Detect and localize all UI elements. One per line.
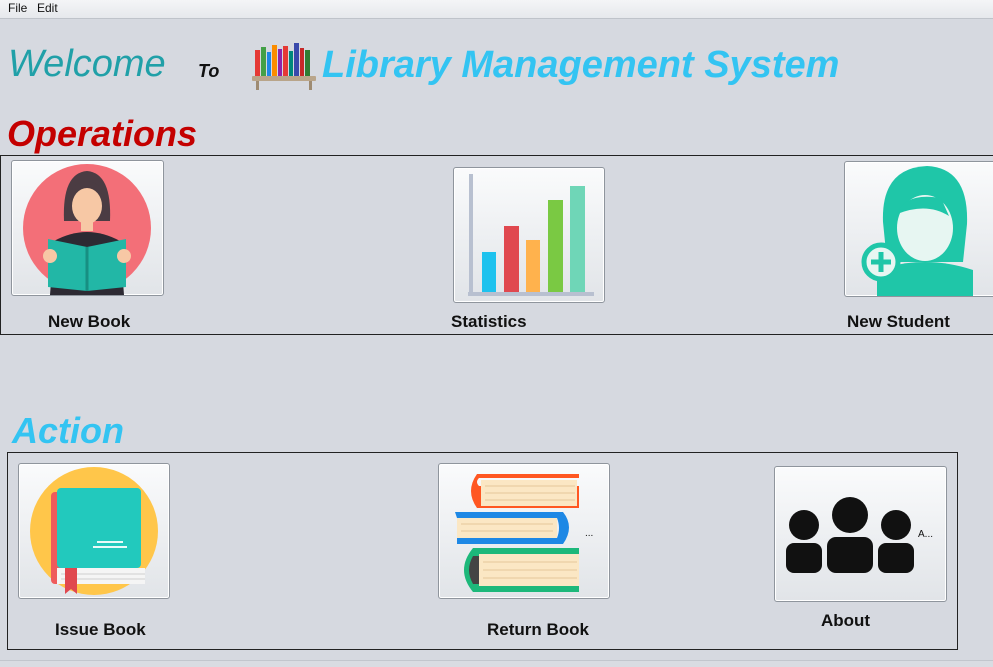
about-button[interactable]: A...: [774, 466, 947, 602]
operations-panel: New Book Statistics New Student: [0, 155, 993, 335]
action-panel: Issue Book ... Return Book A... About: [7, 452, 958, 650]
issue-book-label: Issue Book: [55, 620, 146, 639]
menu-edit[interactable]: Edit: [37, 1, 58, 15]
action-title: Action: [12, 410, 124, 451]
book-icon: [30, 467, 158, 595]
group-icon: [786, 497, 914, 573]
bar-chart-icon: [468, 174, 594, 296]
statistics-button[interactable]: [453, 167, 605, 303]
operations-title: Operations: [7, 113, 198, 154]
to-text: To: [198, 61, 220, 81]
add-student-icon: [861, 166, 973, 296]
statistics-label: Statistics: [451, 312, 527, 331]
app-title: Library Management System: [322, 44, 840, 86]
about-label: About: [821, 611, 871, 630]
new-student-label: New Student: [847, 312, 950, 331]
new-student-button[interactable]: [844, 161, 993, 297]
bookshelf-logo-icon: [252, 43, 316, 90]
new-book-label: New Book: [48, 312, 131, 331]
reading-woman-icon: [23, 164, 151, 295]
book-stack-icon: [455, 474, 579, 592]
menu-file[interactable]: File: [8, 1, 27, 15]
return-book-label: Return Book: [487, 620, 589, 639]
return-book-truncation: ...: [585, 528, 594, 539]
new-book-button[interactable]: [11, 160, 164, 296]
about-truncation: A...: [918, 529, 934, 540]
welcome-text: Welcome: [8, 43, 166, 85]
return-book-button[interactable]: ...: [438, 463, 610, 599]
issue-book-button[interactable]: [18, 463, 170, 599]
menu-bar: File Edit: [0, 0, 993, 19]
